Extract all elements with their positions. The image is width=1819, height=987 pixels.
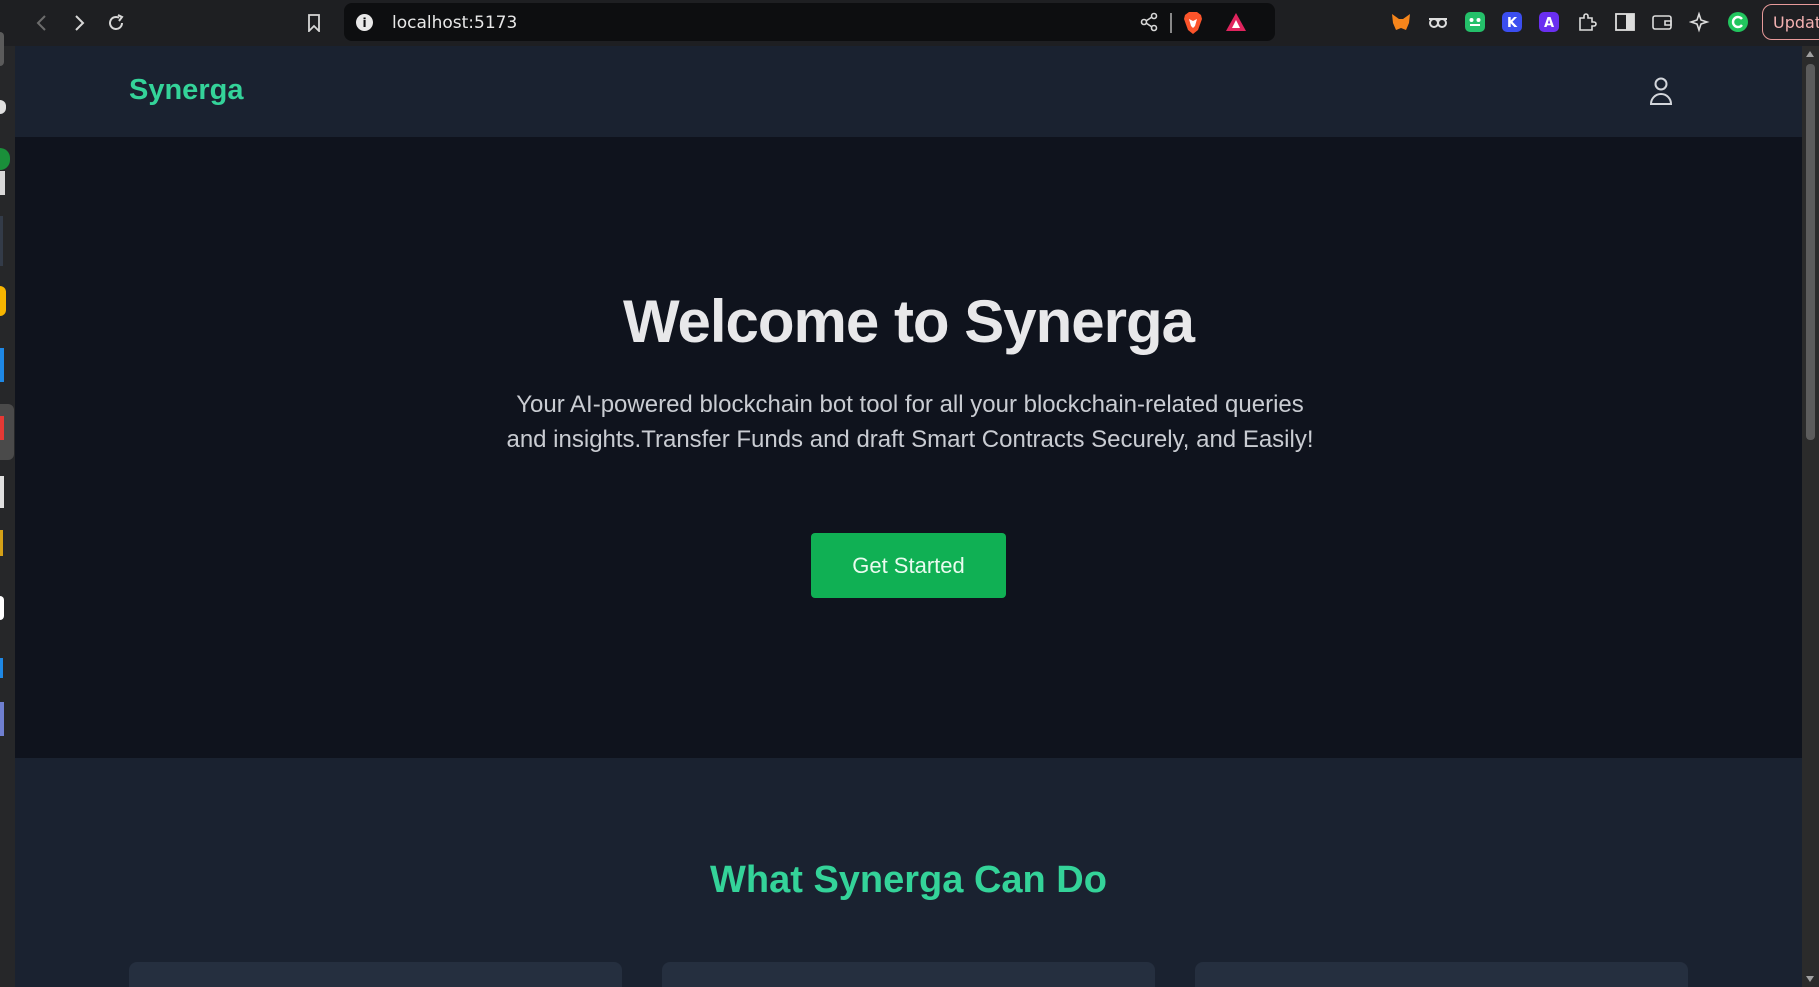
scroll-down-arrow-icon[interactable] bbox=[1806, 976, 1814, 982]
hero-title: Welcome to Synerga bbox=[622, 288, 1195, 355]
dock-item[interactable] bbox=[0, 658, 3, 678]
dock-item[interactable] bbox=[0, 216, 3, 266]
a-extension-icon[interactable]: A bbox=[1538, 11, 1560, 33]
spy-extension-icon[interactable] bbox=[1427, 11, 1449, 33]
profile-avatar-icon[interactable] bbox=[1727, 11, 1749, 33]
forward-arrow-icon[interactable] bbox=[66, 10, 92, 36]
web-page: Synerga Welcome to Synerga Your AI-power… bbox=[15, 46, 1802, 987]
dock-item[interactable] bbox=[0, 100, 6, 114]
dock-item[interactable] bbox=[0, 32, 4, 66]
sidebar-toggle-icon[interactable] bbox=[1614, 11, 1636, 33]
update-button[interactable]: Update bbox=[1762, 4, 1819, 40]
hero-section: Welcome to Synerga Your AI-powered block… bbox=[15, 137, 1802, 758]
user-icon[interactable] bbox=[1648, 76, 1674, 111]
brave-rewards-icon[interactable] bbox=[1225, 12, 1247, 37]
get-started-button[interactable]: Get Started bbox=[811, 533, 1006, 598]
svg-text:A: A bbox=[1544, 16, 1554, 31]
reload-icon[interactable] bbox=[103, 10, 129, 36]
features-title: What Synerga Can Do bbox=[710, 859, 1107, 901]
dock-item[interactable] bbox=[0, 416, 4, 440]
leo-ai-icon[interactable] bbox=[1688, 11, 1711, 33]
dock-item[interactable] bbox=[0, 348, 4, 382]
site-info-icon[interactable]: i bbox=[356, 14, 373, 31]
dock-item[interactable] bbox=[0, 702, 4, 736]
feature-card[interactable] bbox=[662, 962, 1155, 987]
share-icon[interactable] bbox=[1139, 12, 1159, 37]
metamask-extension-icon[interactable] bbox=[1390, 11, 1412, 33]
dock-item[interactable] bbox=[0, 171, 5, 195]
dock-item[interactable] bbox=[0, 286, 6, 316]
site-header: Synerga bbox=[15, 46, 1802, 137]
url-text[interactable]: localhost:5173 bbox=[392, 13, 517, 33]
scroll-up-arrow-icon[interactable] bbox=[1806, 51, 1814, 57]
dock-item[interactable] bbox=[0, 596, 4, 620]
dock-item[interactable] bbox=[0, 476, 4, 508]
separator bbox=[1170, 13, 1172, 33]
bookmark-icon[interactable] bbox=[301, 10, 327, 36]
svg-text:K: K bbox=[1507, 16, 1518, 31]
scrollbar-thumb[interactable] bbox=[1806, 64, 1815, 440]
extensions-puzzle-icon[interactable] bbox=[1576, 11, 1598, 33]
feature-card[interactable] bbox=[1195, 962, 1688, 987]
wallet-icon[interactable] bbox=[1651, 11, 1673, 33]
hero-subtitle: Your AI-powered blockchain bot tool for … bbox=[506, 391, 1314, 453]
address-bar[interactable]: i localhost:5173 bbox=[344, 3, 1275, 41]
k-extension-icon[interactable]: K bbox=[1501, 11, 1523, 33]
page-scrollbar[interactable] bbox=[1802, 46, 1819, 987]
os-dock bbox=[0, 32, 15, 987]
dock-item[interactable] bbox=[0, 530, 3, 556]
grammarly-like-extension-icon[interactable] bbox=[1464, 11, 1486, 33]
browser-toolbar: i localhost:5173 K A Upda bbox=[0, 0, 1819, 46]
back-arrow-icon[interactable] bbox=[29, 10, 55, 36]
dock-item[interactable] bbox=[0, 148, 10, 170]
brave-shields-icon[interactable] bbox=[1182, 11, 1204, 40]
feature-card[interactable] bbox=[129, 962, 622, 987]
site-logo[interactable]: Synerga bbox=[129, 74, 243, 107]
features-section: What Synerga Can Do bbox=[15, 758, 1802, 987]
